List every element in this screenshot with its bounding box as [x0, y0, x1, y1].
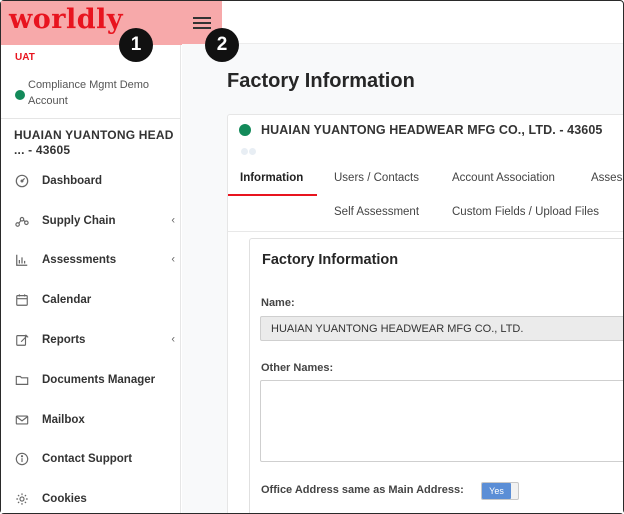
factory-info-panel [249, 238, 623, 513]
other-names-label: Other Names: [261, 362, 334, 374]
folder-icon [14, 372, 30, 388]
chevron-left-icon: ‹ [171, 253, 175, 266]
factory-card-header: HUAIAN YUANTONG HEADWEAR MFG CO., LTD. -… [239, 123, 602, 137]
sidebar-nav: Dashboard Supply Chain ‹ Assessments ‹ C… [1, 161, 181, 513]
worldly-logo: worldly [9, 4, 124, 35]
toggle-yes-label: Yes [482, 483, 511, 499]
factory-header-name: HUAIAN YUANTONG HEADWEAR MFG CO., LTD. -… [261, 123, 603, 137]
tab-custom-fields-upload-files[interactable]: Custom Fields / Upload Files [452, 206, 599, 218]
factory-badges [241, 142, 257, 160]
logo-area[interactable]: worldly [1, 1, 181, 45]
sidebar-divider [1, 118, 181, 119]
sidebar-item-supply-chain[interactable]: Supply Chain ‹ [1, 201, 181, 241]
current-factory-name: HUAIAN YUANTONG HEAD ... - 43605 [14, 128, 174, 157]
sidebar-item-label: Dashboard [42, 174, 103, 187]
sidebar-item-label: Assessments [42, 254, 117, 267]
sidebar-item-label: Calendar [42, 294, 92, 307]
office-address-same-label: Office Address same as Main Address: [261, 484, 464, 496]
supply-chain-icon [14, 213, 30, 229]
chevron-left-icon: ‹ [171, 333, 175, 346]
dashboard-icon [14, 173, 30, 189]
sidebar-item-label: Contact Support [42, 453, 133, 466]
info-icon [14, 451, 30, 467]
name-field[interactable] [260, 316, 623, 341]
tab-self-assessment[interactable]: Self Assessment [334, 206, 419, 218]
bar-chart-icon [14, 252, 30, 268]
sidebar-item-label: Cookies [42, 493, 87, 506]
page-title: Factory Information [227, 70, 415, 92]
tab-account-association[interactable]: Account Association [452, 172, 555, 184]
callout-badge-1: 1 [119, 28, 153, 62]
chevron-left-icon: ‹ [171, 214, 175, 227]
sidebar-item-label: Documents Manager [42, 373, 156, 386]
account-switcher[interactable]: Compliance Mgmt Demo Account [15, 77, 175, 109]
section-title: Factory Information [262, 252, 399, 268]
sidebar-item-documents-manager[interactable]: Documents Manager [1, 360, 181, 400]
account-name: Compliance Mgmt Demo Account [28, 79, 150, 107]
sidebar-item-label: Reports [42, 334, 86, 347]
gear-icon [14, 491, 30, 507]
sidebar-item-label: Supply Chain [42, 214, 116, 227]
sidebar-item-dashboard[interactable]: Dashboard [1, 161, 181, 201]
app-window: worldly UAT Compliance Mgmt Demo Account… [1, 1, 623, 513]
edit-icon [14, 332, 30, 348]
hamburger-icon [192, 14, 211, 32]
other-names-field[interactable] [260, 380, 623, 462]
tab-information[interactable]: Information [240, 172, 303, 184]
name-label: Name: [261, 297, 295, 309]
calendar-icon [14, 292, 30, 308]
sidebar-item-mailbox[interactable]: Mailbox [1, 400, 181, 440]
tabs-divider [228, 231, 623, 232]
factory-status-dot [239, 124, 251, 136]
sidebar: worldly UAT Compliance Mgmt Demo Account… [1, 1, 181, 513]
sidebar-item-cookies[interactable]: Cookies [1, 479, 181, 513]
sidebar-item-contact-support[interactable]: Contact Support [1, 440, 181, 480]
account-status-dot [15, 90, 25, 100]
mail-icon [14, 412, 30, 428]
tab-assessments[interactable]: Assess [591, 172, 623, 184]
active-tab-indicator [228, 194, 317, 196]
callout-badge-2: 2 [205, 28, 239, 62]
sidebar-item-label: Mailbox [42, 413, 85, 426]
tab-users-contacts[interactable]: Users / Contacts [334, 172, 419, 184]
sidebar-item-reports[interactable]: Reports ‹ [1, 320, 181, 360]
sidebar-item-assessments[interactable]: Assessments ‹ [1, 241, 181, 281]
sidebar-item-calendar[interactable]: Calendar [1, 280, 181, 320]
office-address-same-toggle[interactable]: Yes [481, 482, 519, 500]
environment-label: UAT [15, 52, 35, 63]
factory-tabs: Information Users / Contacts Account Ass… [228, 166, 623, 232]
